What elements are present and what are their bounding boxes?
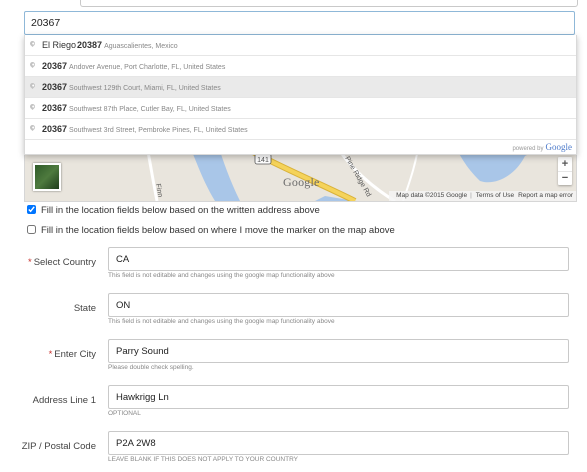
zip-help: LEAVE BLANK IF THIS DOES NOT APPLY TO YO… <box>108 456 299 463</box>
suggestion-item[interactable]: 20367 Southwest 87th Place, Cutler Bay, F… <box>25 97 576 118</box>
map-attribution: Map data ©2015 Google | Terms of Use Report… <box>389 191 576 201</box>
city-label: * Enter City <box>48 349 96 360</box>
location-search-input[interactable] <box>24 11 575 35</box>
suggestion-secondary: Aguascalientes, Mexico <box>104 43 178 50</box>
location-pin-icon <box>28 123 37 132</box>
suggestion-item-selected[interactable]: 20367 Southwest 129th Court, Miami, FL, U… <box>25 76 576 97</box>
location-pin-icon <box>28 39 37 48</box>
suggestion-item[interactable]: 20367 Andover Avenue, Port Charlotte, FL,… <box>25 55 576 76</box>
required-marker: * <box>48 349 53 360</box>
autocomplete-dropdown: El Riego20387 Aguascalientes, Mexico 2036… <box>24 35 577 155</box>
state-help: This field is not editable and changes u… <box>108 318 335 325</box>
city-help: Please double check spelling. <box>108 364 194 371</box>
country-field[interactable] <box>108 247 569 271</box>
written-address-option[interactable]: Fill in the location fields below based … <box>27 205 320 216</box>
terms-link[interactable]: Terms of Use <box>476 192 514 199</box>
required-marker: * <box>27 257 32 268</box>
suggestion-main: 20367 <box>42 124 68 134</box>
zoom-out-button[interactable]: − <box>558 171 572 185</box>
address-label: Address Line 1 <box>32 395 96 406</box>
zip-label: ZIP / Postal Code <box>21 441 96 452</box>
suggestion-main: 20367 <box>42 61 68 71</box>
address-line-1-field[interactable] <box>108 385 569 409</box>
zoom-control: + − <box>558 157 572 185</box>
map-data-text: Map data ©2015 Google <box>396 192 468 199</box>
suggestion-item[interactable]: El Riego20387 Aguascalientes, Mexico <box>25 35 576 55</box>
previous-input-field[interactable] <box>80 0 578 7</box>
city-field[interactable] <box>108 339 569 363</box>
map-google-logo: Google <box>283 175 320 189</box>
suggestion-secondary: Southwest 3rd Street, Pembroke Pines, FL… <box>69 127 248 134</box>
state-field[interactable] <box>108 293 569 317</box>
suggestion-item[interactable]: 20367 Southwest 3rd Street, Pembroke Pine… <box>25 118 576 139</box>
suggestion-secondary: Southwest 129th Court, Miami, FL, United… <box>69 85 221 92</box>
address-help: OPTIONAL <box>108 410 141 417</box>
satellite-toggle-thumbnail[interactable] <box>33 163 61 191</box>
suggestion-secondary: Southwest 87th Place, Cutler Bay, FL, Un… <box>69 106 231 113</box>
marker-option[interactable]: Fill in the location fields below based … <box>27 225 395 236</box>
suggestion-secondary: Andover Avenue, Port Charlotte, FL, Unit… <box>69 64 226 71</box>
country-help: This field is not editable and changes u… <box>108 272 335 279</box>
suggestion-main: 20367 <box>42 82 68 92</box>
location-pin-icon <box>28 60 37 69</box>
country-label: * Select Country <box>27 257 96 268</box>
location-pin-icon <box>28 81 37 90</box>
zip-field[interactable] <box>108 431 569 455</box>
highway-shield-label: 141 <box>257 157 269 164</box>
suggestion-main: 20387 <box>77 40 103 50</box>
zoom-in-button[interactable]: + <box>558 157 572 171</box>
report-error-link[interactable]: Report a map error <box>518 192 573 199</box>
location-pin-icon <box>28 102 37 111</box>
suggestion-main: 20367 <box>42 103 68 113</box>
powered-by-google: powered by Google <box>25 139 576 154</box>
google-logo: Google <box>545 142 573 152</box>
state-label: State <box>73 303 96 314</box>
marker-checkbox[interactable] <box>27 225 36 234</box>
written-address-checkbox[interactable] <box>27 205 36 214</box>
